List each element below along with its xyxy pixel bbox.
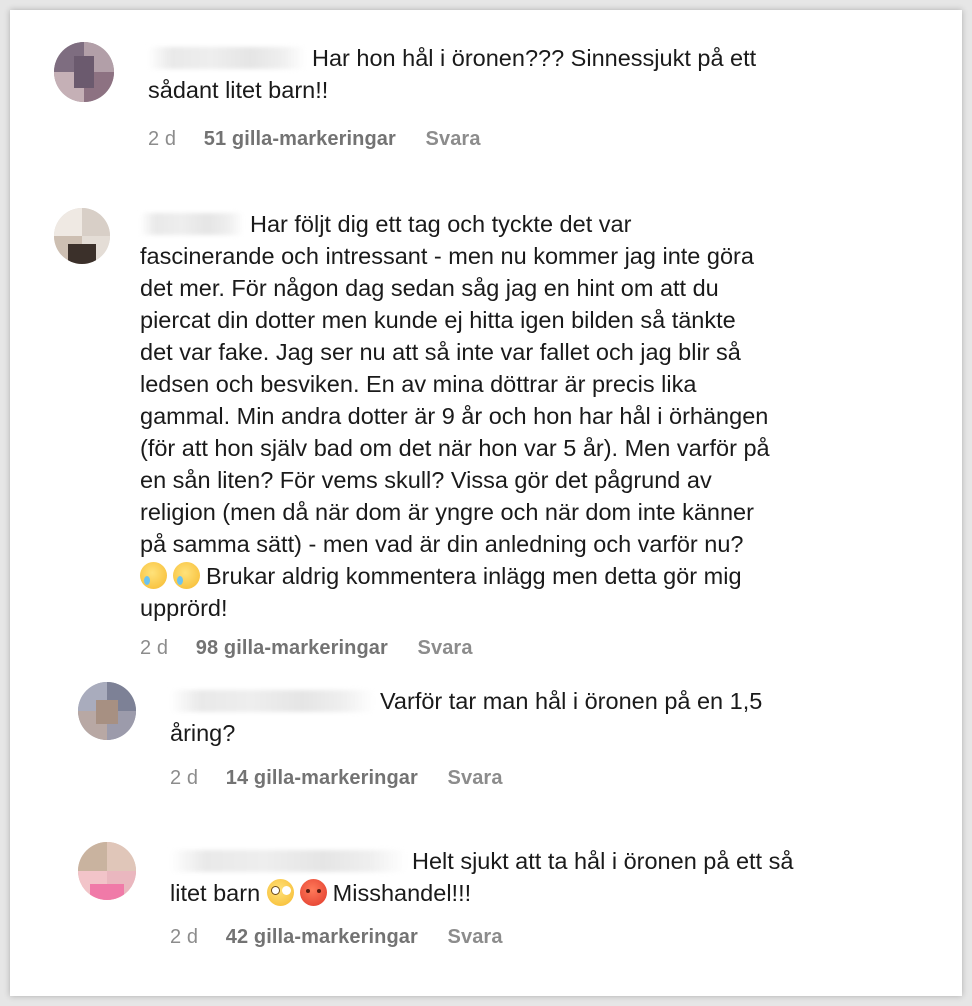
comment-text: Varför tar man hål i öronen på en 1,5 år… (170, 688, 763, 746)
comment-text: Har hon hål i öronen??? Sinnessjukt på e… (148, 45, 757, 103)
avatar[interactable] (54, 42, 114, 102)
comment-time: 2 d (148, 128, 177, 150)
avatar[interactable] (78, 682, 136, 740)
comment-meta: 2 d 51 gilla-markeringar Svara (148, 128, 481, 151)
reply-button[interactable]: Svara (426, 128, 481, 150)
comment-time: 2 d (170, 767, 199, 789)
comment-meta: 2 d 14 gilla-markeringar Svara (170, 767, 503, 790)
avatar[interactable] (54, 208, 110, 264)
crying-face-icon (140, 562, 167, 589)
blurred-username[interactable] (140, 213, 244, 235)
comments-panel: Har hon hål i öronen??? Sinnessjukt på e… (10, 10, 962, 996)
comment-text: Helt sjukt att ta hål i öronen på ett så… (170, 848, 794, 906)
avatar[interactable] (78, 842, 136, 900)
blurred-username[interactable] (170, 690, 374, 712)
comment-meta: 2 d 98 gilla-markeringar Svara (140, 637, 473, 660)
flushed-face-icon (266, 879, 294, 906)
angry-face-icon (299, 879, 327, 906)
likes-count[interactable]: 42 gilla-markeringar (226, 926, 418, 948)
likes-count[interactable]: 98 gilla-markeringar (196, 637, 388, 659)
blurred-username[interactable] (170, 850, 406, 872)
reply-button[interactable]: Svara (448, 926, 503, 948)
reply-button[interactable]: Svara (448, 767, 503, 789)
comment-time: 2 d (140, 637, 169, 659)
blurred-username[interactable] (148, 47, 306, 69)
crying-face-icon (173, 562, 200, 589)
reply-button[interactable]: Svara (418, 637, 473, 659)
comment-meta: 2 d 42 gilla-markeringar Svara (170, 926, 503, 949)
comment-text: Har följt dig ett tag och tyckte det var… (140, 211, 770, 621)
comment-time: 2 d (170, 926, 199, 948)
likes-count[interactable]: 14 gilla-markeringar (226, 767, 418, 789)
likes-count[interactable]: 51 gilla-markeringar (204, 128, 396, 150)
